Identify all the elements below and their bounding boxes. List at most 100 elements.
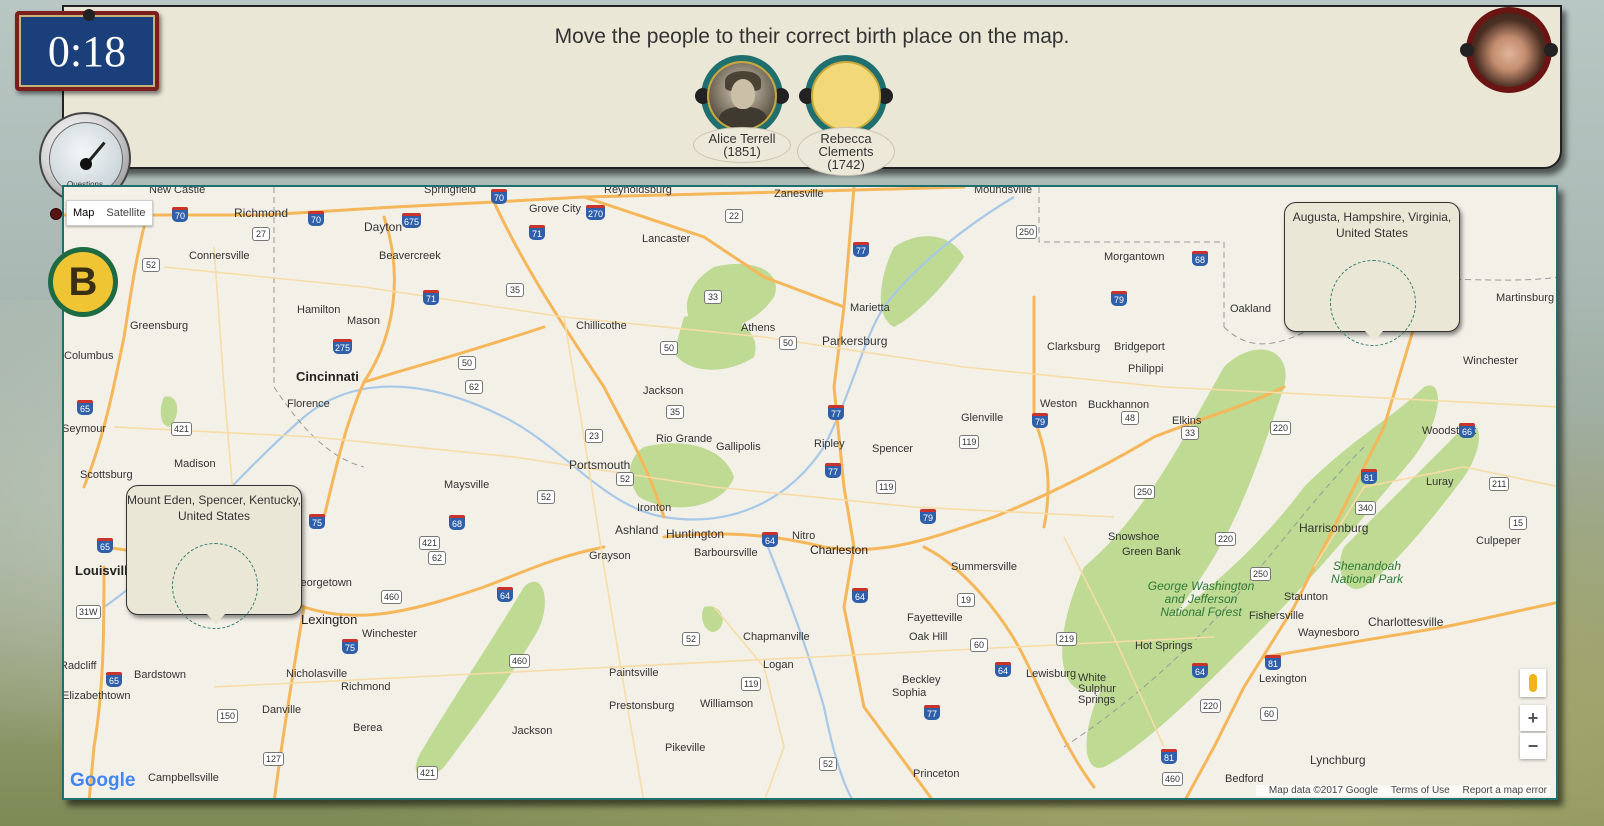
highway-shield-icon: 421 (171, 422, 193, 436)
map-label: Ironton (637, 502, 672, 514)
map-label: Gallipolis (716, 441, 761, 453)
highway-shield-icon: 119 (741, 677, 762, 691)
highway-shield-icon: 220 (1270, 421, 1292, 435)
map-label: Chapmanville (743, 631, 810, 643)
map-label: Bardstown (134, 669, 186, 681)
player-avatar[interactable] (1460, 7, 1558, 93)
map-label: Rio Grande (656, 433, 713, 445)
person-token-alice[interactable]: Alice Terrell (1851) (692, 55, 792, 163)
highway-shield-icon: 119 (959, 435, 980, 449)
highway-shield-icon: 460 (381, 590, 403, 604)
person-year: (1742) (827, 157, 865, 172)
highway-shield-icon: 220 (1215, 532, 1237, 546)
map-label: Princeton (913, 768, 960, 780)
highway-shield-icon: 75 (309, 514, 325, 529)
map-label: Pikeville (665, 742, 706, 754)
map-label: Nicholasville (286, 668, 348, 680)
highway-shield-icon: 79 (1032, 413, 1048, 428)
highway-shield-icon: 219 (1056, 632, 1078, 646)
person-photo-placeholder[interactable] (811, 61, 881, 131)
highway-shield-icon: 35 (666, 405, 684, 419)
street-view-pegman-icon[interactable] (1520, 669, 1546, 697)
map-label: Beckley (902, 674, 941, 686)
map-area[interactable]: Map Satellite New Castle Richmond Spring… (62, 185, 1558, 800)
person-token-rebecca[interactable]: Rebecca Clements (1742) (796, 55, 896, 176)
highway-shield-icon: 64 (995, 662, 1011, 677)
highway-shield-icon: 19 (957, 593, 975, 607)
map-label: Jackson (512, 725, 553, 737)
map-label: Jackson (643, 385, 684, 397)
person-caption: Alice Terrell (1851) (693, 127, 791, 163)
highway-shield-icon: 68 (449, 515, 465, 530)
map-type-satellite-button[interactable]: Satellite (100, 207, 151, 219)
person-photo[interactable] (707, 61, 777, 131)
highway-shield-icon: 70 (172, 207, 188, 222)
highway-shield-icon: 52 (682, 632, 700, 646)
highway-shield-icon: 52 (142, 258, 160, 272)
map-label: Winchester (362, 628, 418, 640)
terms-link[interactable]: Terms of Use (1391, 785, 1450, 796)
map-label: Madison (174, 458, 216, 470)
highway-shield-icon: 81 (1161, 749, 1177, 764)
map-label: Connersville (189, 250, 250, 262)
map-label: Marietta (850, 302, 890, 314)
timer-value: 0:18 (19, 15, 155, 87)
map-label: Luray (1426, 476, 1454, 488)
birthplace-pin-augusta[interactable]: Augusta, Hampshire, Virginia, United Sta… (1284, 202, 1460, 346)
map-label: Danville (262, 704, 302, 716)
map-label: Ashland (615, 523, 659, 537)
map-label: Nitro (792, 530, 816, 542)
map-park-label: Shenandoah National Park (1330, 559, 1404, 586)
map-label: New Castle (149, 185, 206, 196)
highway-shield-icon: 250 (1016, 225, 1038, 239)
avatar-photo (1472, 13, 1546, 87)
zoom-out-button[interactable]: − (1520, 733, 1546, 759)
highway-shield-icon: 22 (725, 209, 743, 223)
highway-shield-icon: 77 (853, 242, 869, 257)
map-label: Fishersville (1249, 610, 1305, 622)
highway-shield-icon: 270 (586, 205, 606, 220)
map-label: Grayson (589, 550, 631, 562)
map-label: Bridgeport (1114, 341, 1165, 353)
map-label: Moundsville (974, 185, 1033, 196)
map-label: Winchester (1463, 355, 1519, 367)
highway-shield-icon: 23 (585, 429, 603, 443)
highway-shield-icon: 64 (762, 532, 778, 547)
highway-shield-icon: 421 (419, 536, 441, 550)
map-label: Maysville (444, 479, 490, 491)
instruction-panel: Move the people to their correct birth p… (62, 5, 1562, 176)
highway-shield-icon: 71 (423, 290, 439, 305)
highway-shield-icon: 15 (1509, 516, 1527, 530)
highway-shield-icon: 33 (704, 290, 722, 304)
birthplace-pin-mount-eden[interactable]: Mount Eden, Spencer, Kentucky, United St… (126, 485, 302, 629)
highway-shield-icon: 31W (76, 605, 101, 619)
highway-shield-icon: 79 (1111, 291, 1127, 306)
map-label: Sophia (892, 687, 927, 699)
highway-shield-icon: 52 (819, 757, 837, 771)
gauge-light-1 (50, 208, 62, 220)
map-label: Huntington (666, 527, 725, 541)
person-year: (1851) (723, 144, 761, 159)
map-label: White Sulphur Springs (1078, 672, 1116, 706)
map-label-major: Cincinnati (296, 369, 359, 384)
map-type-map-button[interactable]: Map (67, 207, 100, 219)
person-ring[interactable] (799, 55, 893, 137)
map-label: Berea (353, 722, 383, 734)
map-label: Springfield (424, 185, 476, 196)
highway-shield-icon: 62 (428, 551, 446, 565)
map-label: Campbellsville (148, 772, 219, 784)
map-label: Ripley (814, 438, 845, 450)
map-label: Fayetteville (907, 612, 963, 624)
letter-badge: B (48, 247, 118, 317)
map-label: Morgantown (1104, 251, 1165, 263)
highway-shield-icon: 66 (1459, 423, 1475, 438)
map-label: Chillicothe (576, 320, 627, 332)
map-label: Lancaster (642, 233, 691, 245)
map-type-control[interactable]: Map Satellite (66, 200, 153, 226)
highway-shield-icon: 211 (1489, 477, 1510, 491)
zoom-in-button[interactable]: + (1520, 705, 1546, 731)
report-error-link[interactable]: Report a map error (1463, 785, 1547, 796)
highway-shield-icon: 35 (506, 283, 524, 297)
map-label: Weston (1040, 398, 1078, 410)
person-ring[interactable] (695, 55, 789, 137)
